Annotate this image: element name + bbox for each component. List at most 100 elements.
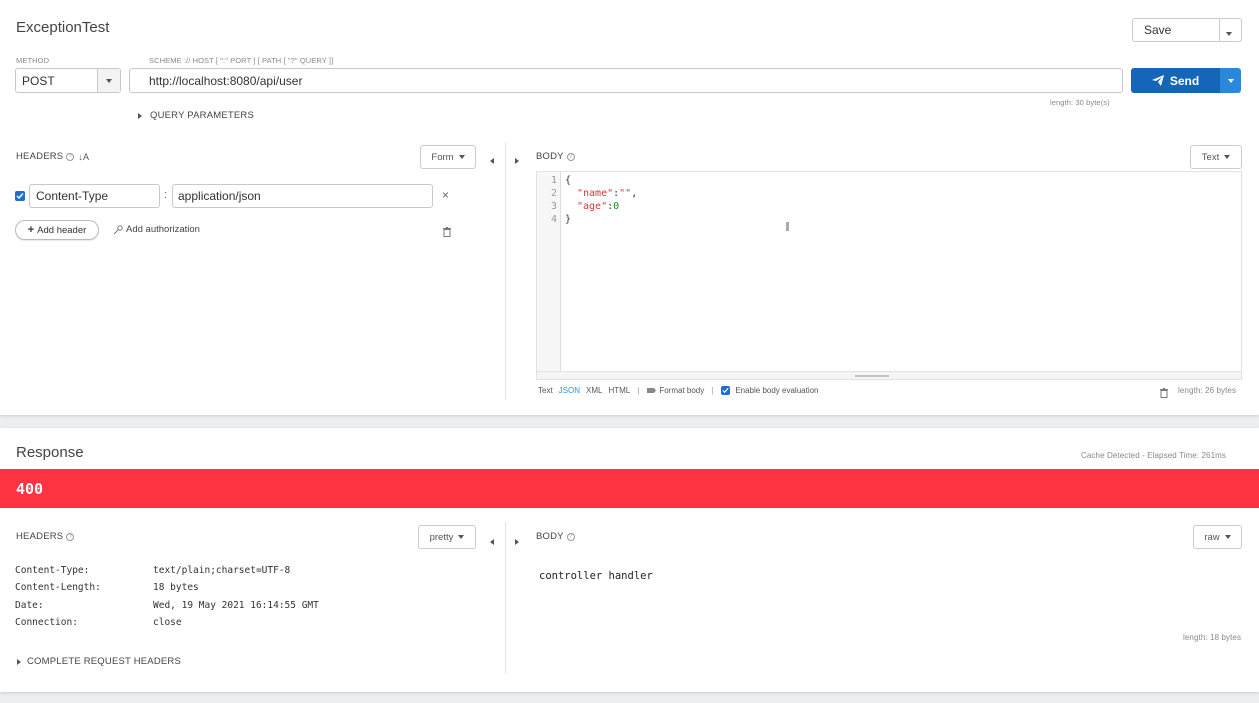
send-dropdown-toggle[interactable]: [1220, 68, 1241, 93]
response-header-name: Connection:: [15, 617, 78, 628]
add-authorization-link[interactable]: Add authorization: [113, 224, 200, 235]
help-icon: ?: [66, 152, 75, 161]
body-length: length: 26 bytes: [1178, 386, 1237, 395]
code-line: {: [565, 175, 572, 186]
header-name-input[interactable]: Content-Type: [29, 184, 160, 208]
response-headers-label: HEADERS: [16, 531, 64, 542]
chevron-down-icon: [1224, 535, 1231, 539]
line-number: 3: [550, 201, 557, 212]
send-button[interactable]: Send: [1131, 68, 1220, 93]
request-panel: ExceptionTest Save METHOD POST SCHEME :/…: [0, 0, 1259, 415]
chevron-down-icon: [1227, 78, 1234, 83]
raw-mode-button[interactable]: raw: [1193, 525, 1242, 549]
method-dropdown-toggle[interactable]: [97, 69, 120, 92]
url-length: length: 30 byte(s): [1050, 98, 1110, 107]
add-authorization-label: Add authorization: [126, 224, 200, 235]
separator: |: [637, 386, 640, 395]
response-body-title: BODY ?: [536, 531, 575, 542]
trash-icon[interactable]: [443, 224, 451, 242]
collapse-right-icon[interactable]: [515, 532, 519, 550]
help-icon: ?: [566, 152, 575, 161]
form-mode-label: Form: [431, 151, 454, 163]
pretty-mode-label: pretty: [429, 531, 454, 543]
format-text-tab[interactable]: Text: [538, 386, 553, 395]
url-input[interactable]: http://localhost:8080/api/user: [129, 68, 1123, 93]
collapse-left-icon[interactable]: [490, 532, 494, 550]
code-line: "age":0: [577, 201, 620, 212]
enable-eval-checkbox[interactable]: [721, 386, 731, 395]
pretty-mode-button[interactable]: pretty: [418, 525, 476, 549]
headers-label: HEADERS: [16, 151, 64, 162]
response-headers-title: HEADERS ?: [16, 531, 75, 542]
status-code: 400: [16, 479, 44, 498]
body-label: BODY: [536, 151, 564, 162]
query-params-label: QUERY PARAMETERS: [150, 110, 255, 121]
response-header-value: text/plain;charset=UTF-8: [153, 565, 291, 576]
line-number: 1: [550, 175, 557, 186]
complete-headers-label: COMPLETE REQUEST HEADERS: [27, 656, 182, 667]
chevron-down-icon: [458, 155, 465, 159]
line-number: 4: [550, 214, 557, 225]
key-icon: [113, 224, 123, 234]
response-header-name: Date:: [15, 600, 44, 611]
check-icon: [722, 387, 729, 394]
request-title: ExceptionTest: [16, 19, 110, 36]
send-button-label: Send: [1169, 73, 1200, 88]
complete-headers-toggle[interactable]: COMPLETE REQUEST HEADERS: [17, 656, 181, 667]
response-header-value: close: [153, 617, 182, 628]
editor-gutter: 1 2 3 4: [537, 172, 561, 371]
chevron-down-icon: [458, 535, 465, 539]
format-xml-tab[interactable]: XML: [586, 386, 602, 395]
code-line: }: [565, 214, 572, 225]
chevron-right-icon: [17, 658, 21, 665]
header-value-text: application/json: [178, 189, 261, 203]
format-body-label: Format body: [659, 386, 705, 395]
collapse-left-icon[interactable]: [490, 151, 494, 169]
panel-divider: [505, 142, 506, 400]
header-value-input[interactable]: application/json: [172, 184, 433, 208]
query-params-toggle[interactable]: QUERY PARAMETERS: [138, 110, 254, 121]
url-label: SCHEME :// HOST [ ":" PORT ] [ PATH [ "?…: [149, 56, 334, 65]
header-enabled-checkbox[interactable]: [15, 191, 25, 201]
response-body-text: controller handler: [539, 570, 653, 582]
chevron-right-icon: [138, 112, 142, 119]
resize-grip: [855, 375, 889, 377]
response-body-label: BODY: [536, 531, 564, 542]
method-value: POST: [22, 73, 55, 88]
response-panel: Response Cache Detected - Elapsed Time: …: [0, 428, 1259, 692]
editor-resize-handle[interactable]: [537, 371, 1241, 379]
code-line: "name":"",: [577, 188, 638, 199]
header-colon: :: [164, 189, 168, 201]
form-mode-button[interactable]: Form: [420, 145, 476, 169]
help-icon: ?: [566, 532, 575, 541]
remove-header-icon[interactable]: ×: [442, 188, 449, 202]
body-mode-button[interactable]: Text: [1190, 145, 1242, 169]
body-editor[interactable]: 1 2 3 4 { "name":"", "age":0 }: [536, 171, 1242, 380]
panel-divider: [505, 522, 506, 674]
response-header-value: 18 bytes: [153, 582, 199, 593]
enable-eval-label: Enable body evaluation: [735, 386, 819, 395]
body-format-bar: Text JSON XML HTML | Format body | Enabl…: [538, 386, 819, 395]
check-icon: [16, 193, 24, 200]
chevron-down-icon: [1224, 155, 1231, 159]
response-title: Response: [16, 444, 84, 461]
collapse-right-icon[interactable]: [515, 151, 519, 169]
body-mode-label: Text: [1201, 151, 1220, 163]
url-value: http://localhost:8080/api/user: [149, 73, 303, 88]
sort-icon[interactable]: ↓A: [78, 152, 89, 162]
body-section-title: BODY ?: [536, 151, 575, 162]
trash-icon[interactable]: [1160, 385, 1168, 403]
add-header-button[interactable]: + Add header: [15, 220, 99, 240]
plus-icon: +: [27, 224, 35, 236]
response-header-name: Content-Length:: [15, 582, 101, 593]
save-dropdown-toggle[interactable]: [1226, 25, 1232, 43]
status-bar: 400: [0, 469, 1259, 508]
separator: |: [711, 386, 714, 395]
save-button-label: Save: [1144, 23, 1172, 37]
format-json-tab[interactable]: JSON: [559, 386, 580, 395]
format-body-button[interactable]: Format body: [647, 386, 704, 395]
chevron-down-icon: [1226, 31, 1232, 36]
add-header-label: Add header: [37, 224, 87, 236]
headers-section-title: HEADERS ? ↓A: [16, 151, 89, 162]
format-html-tab[interactable]: HTML: [608, 386, 630, 395]
